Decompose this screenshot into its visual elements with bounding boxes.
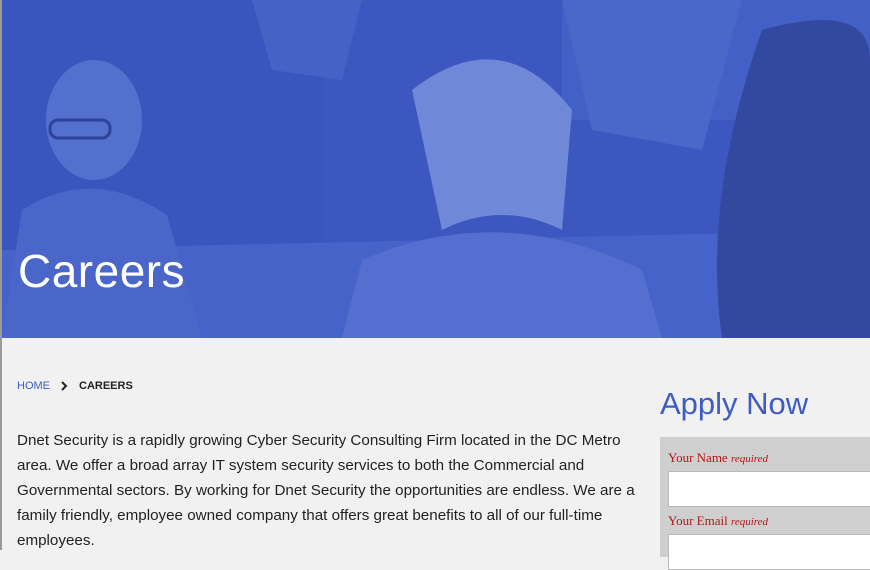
email-field-label: Your Email required [668,513,768,529]
breadcrumb-home-link[interactable]: HOME [17,380,50,392]
chevron-right-icon [61,381,68,391]
email-required-note: required [730,516,769,528]
breadcrumb: HOME CAREERS [17,380,133,392]
email-label-text: Your Email [668,513,728,528]
name-input[interactable] [668,471,870,507]
application-form: Your Name required Your Email required [660,437,870,570]
hero-banner: Careers [2,0,870,338]
apply-now-heading: Apply Now [660,386,809,421]
name-label-text: Your Name [668,450,728,465]
page-title: Careers [18,245,186,297]
email-input[interactable] [668,534,870,570]
name-required-note: required [730,453,769,465]
breadcrumb-current: CAREERS [79,380,133,392]
careers-intro-text: Dnet Security is a rapidly growing Cyber… [17,432,635,549]
name-field-label: Your Name required [668,450,768,466]
